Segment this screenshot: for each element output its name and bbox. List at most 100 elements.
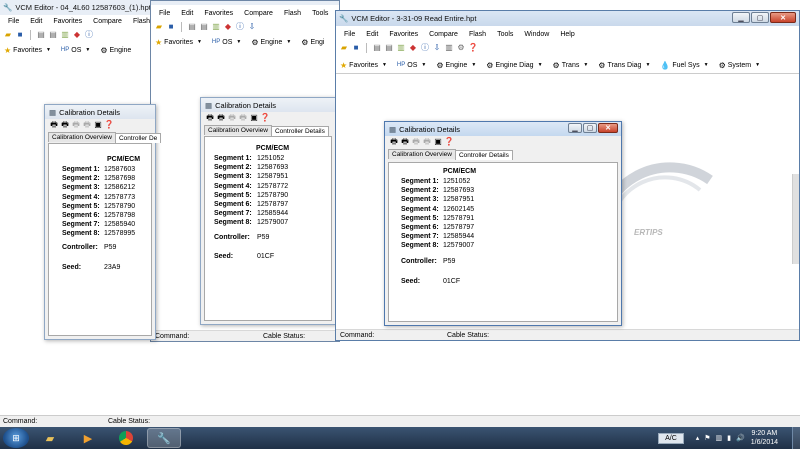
front-window-titlebar[interactable]: 🔧 VCM Editor - 3-31-09 Read Entire.hpt ▁… (336, 11, 799, 26)
write-icon[interactable]: ▤ (384, 43, 394, 53)
menu-file[interactable]: File (159, 10, 170, 17)
menu-flash[interactable]: Flash (469, 31, 486, 38)
taskbar-vcm-editor[interactable]: 🔧 (147, 428, 181, 448)
write-icon[interactable]: ▤ (48, 30, 58, 40)
menu-favorites[interactable]: Favorites (204, 10, 233, 17)
compare-icon[interactable]: ▥ (211, 22, 221, 32)
menu-compare[interactable]: Compare (93, 18, 122, 25)
menu-favorites[interactable]: Favorites (389, 31, 418, 38)
open-icon[interactable]: ▰ (339, 43, 349, 53)
taskbar-chrome[interactable] (109, 428, 143, 448)
help-icon[interactable]: ❓ (260, 113, 270, 123)
info-icon[interactable]: ⓘ (235, 22, 245, 32)
tab-controller-details[interactable]: Controller Details (454, 150, 513, 160)
save-icon[interactable]: ■ (351, 43, 361, 53)
link-favorites[interactable]: ★ Favorites ▼ (155, 38, 202, 47)
printer-icon[interactable]: ▣ (433, 137, 443, 147)
print-preview-icon[interactable]: 🖶 (60, 120, 70, 130)
info-icon[interactable]: ⓘ (420, 43, 430, 53)
mid-window-titlebar[interactable] (151, 1, 339, 5)
flash-icon[interactable]: ◆ (408, 43, 418, 53)
menu-edit[interactable]: Edit (181, 10, 193, 17)
print-preview-icon[interactable]: 🖶 (400, 137, 410, 147)
maximize-button[interactable]: ▢ (751, 12, 769, 23)
ac-indicator[interactable]: A/C (658, 432, 684, 444)
flash-icon[interactable]: ◆ (72, 30, 82, 40)
link-engine[interactable]: ⚙ Engine ▼ (251, 38, 291, 47)
link-trans-diag[interactable]: ⚙ Trans Diag ▼ (598, 61, 650, 70)
flash-icon[interactable]: ◆ (223, 22, 233, 32)
save-icon[interactable]: ■ (15, 30, 25, 40)
menu-edit[interactable]: Edit (366, 31, 378, 38)
compare-icon[interactable]: ▥ (60, 30, 70, 40)
open-icon[interactable]: ▰ (3, 30, 13, 40)
compare-icon[interactable]: ▥ (396, 43, 406, 53)
tools-icon[interactable]: ⇩ (247, 22, 257, 32)
tab-controller-details[interactable]: Controller De (114, 133, 162, 143)
taskbar-explorer[interactable]: ▰ (33, 428, 67, 448)
dialog-titlebar[interactable]: ▦ Calibration Details ▁ ▢ ✕ (385, 122, 621, 136)
minimize-button[interactable]: ▁ (568, 123, 582, 133)
printer-icon[interactable]: ▣ (249, 113, 259, 123)
link-engine-diag[interactable]: ⚙ Engine Diag ▼ (486, 61, 542, 70)
maximize-button[interactable]: ▢ (583, 123, 597, 133)
tab-controller-details[interactable]: Controller Details (270, 126, 329, 136)
dialog-titlebar[interactable]: ▦ Calibration Details (45, 105, 155, 119)
menu-edit[interactable]: Edit (30, 18, 42, 25)
info-icon[interactable]: ⓘ (84, 30, 94, 40)
write-icon[interactable]: ▤ (199, 22, 209, 32)
battery-icon[interactable]: ▮ (727, 434, 731, 442)
read-icon[interactable]: ▤ (36, 30, 46, 40)
tab-calibration-overview[interactable]: Calibration Overview (48, 132, 116, 142)
menu-tools[interactable]: Tools (312, 10, 328, 17)
menu-help[interactable]: Help (560, 31, 574, 38)
open-icon[interactable]: ▰ (154, 22, 164, 32)
tab-calibration-overview[interactable]: Calibration Overview (388, 149, 456, 159)
menu-compare[interactable]: Compare (429, 31, 458, 38)
link-trans[interactable]: ⚙ Trans ▼ (553, 61, 589, 70)
menu-file[interactable]: File (8, 18, 19, 25)
link-favorites[interactable]: ★ Favorites ▼ (4, 46, 51, 55)
menu-flash[interactable]: Flash (284, 10, 301, 17)
print-icon[interactable]: 🖶 (389, 137, 399, 147)
link-system[interactable]: ⚙ System ▼ (719, 61, 760, 70)
help-icon[interactable]: ❓ (444, 137, 454, 147)
link-os[interactable]: HP OS ▼ (212, 39, 241, 46)
link-fuel-sys[interactable]: 💧 Fuel Sys ▼ (660, 61, 708, 70)
settings-icon[interactable]: ⚙ (456, 43, 466, 53)
flag-icon[interactable]: ⚑ (704, 434, 710, 442)
show-desktop-button[interactable] (792, 427, 800, 449)
tab-calibration-overview[interactable]: Calibration Overview (204, 125, 272, 135)
link-engine[interactable]: ⚙ Engine (100, 46, 131, 55)
close-button[interactable]: ✕ (598, 123, 618, 133)
taskbar-media-player[interactable]: ▶ (71, 428, 105, 448)
read-icon[interactable]: ▤ (187, 22, 197, 32)
link-os[interactable]: HP OS ▼ (61, 47, 90, 54)
tray-arrow-icon[interactable]: ▴ (696, 434, 700, 442)
printer-icon[interactable]: ▣ (93, 120, 103, 130)
minimize-button[interactable]: ▁ (732, 12, 750, 23)
dialog-titlebar[interactable]: ▦ Calibration Details (201, 98, 335, 112)
clock[interactable]: 9:20 AM 1/6/2014 (751, 429, 778, 447)
print-preview-icon[interactable]: 🖶 (216, 113, 226, 123)
menu-tools[interactable]: Tools (497, 31, 513, 38)
print-icon[interactable]: 🖶 (205, 113, 215, 123)
scrollbar-vertical[interactable] (792, 174, 799, 264)
close-button[interactable]: ✕ (770, 12, 796, 23)
tools-icon[interactable]: ⇩ (432, 43, 442, 53)
scan-icon[interactable]: ▥ (444, 43, 454, 53)
start-button[interactable]: ⊞ (3, 428, 29, 448)
menu-window[interactable]: Window (524, 31, 549, 38)
volume-icon[interactable]: 🔊 (736, 434, 745, 442)
read-icon[interactable]: ▤ (372, 43, 382, 53)
menu-file[interactable]: File (344, 31, 355, 38)
link-engine-diag[interactable]: ⚙ Engi (301, 38, 324, 47)
help-icon[interactable]: ❓ (104, 120, 114, 130)
network-icon[interactable]: ▥ (716, 434, 723, 442)
help-icon[interactable]: ❓ (468, 43, 478, 53)
menu-flash[interactable]: Flash (133, 18, 150, 25)
save-icon[interactable]: ■ (166, 22, 176, 32)
link-os[interactable]: HP OS ▼ (397, 62, 426, 69)
link-favorites[interactable]: ★ Favorites ▼ (340, 61, 387, 70)
link-engine[interactable]: ⚙ Engine ▼ (436, 61, 476, 70)
